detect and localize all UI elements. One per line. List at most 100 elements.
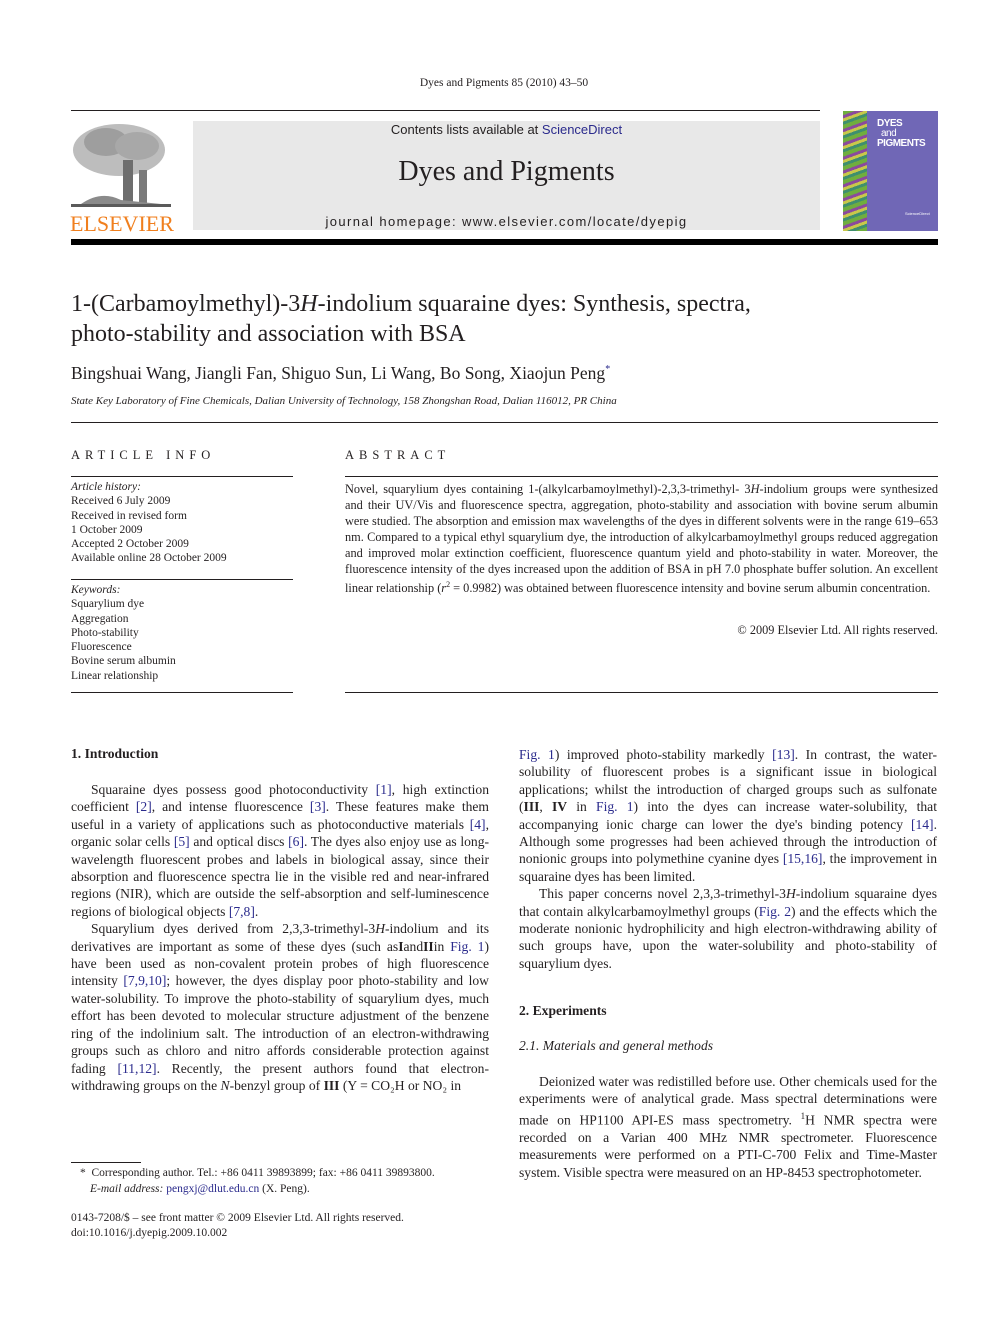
divider	[71, 476, 293, 477]
italic-text: N	[220, 1077, 230, 1093]
keywords: Keywords: Squarylium dye Aggregation Pho…	[71, 583, 176, 683]
header-rule	[71, 110, 820, 111]
paragraph: This paper concerns novel 2,3,3-trimethy…	[519, 886, 937, 971]
title-text: photo-stability and association with BSA	[71, 321, 466, 347]
article-history: Article history: Received 6 July 2009 Re…	[71, 480, 227, 566]
abstract-span: -indolium groups were synthesized and th…	[345, 482, 939, 596]
citation-link[interactable]: [11,12]	[117, 1061, 156, 1076]
compound-label: I	[398, 938, 404, 954]
affiliation: State Key Laboratory of Fine Chemicals, …	[71, 395, 617, 407]
compound-label: III	[523, 799, 540, 815]
doi-link[interactable]: doi:10.1016/j.dyepig.2009.10.002	[71, 1226, 404, 1241]
paragraph: Squarylium dyes derived from 2,3,3-trime…	[71, 921, 489, 1093]
citation-link[interactable]: [5]	[174, 834, 190, 849]
article-title: 1-(Carbamoylmethyl)-3H-indolium squarain…	[71, 289, 931, 349]
authors-text: Bingshuai Wang, Jiangli Fan, Shiguo Sun,…	[71, 363, 606, 383]
masthead-thick-rule	[71, 239, 938, 245]
compound-label: III	[323, 1077, 340, 1093]
compound-label: II	[423, 938, 434, 954]
section-heading-experiments: 2. Experiments	[519, 1003, 607, 1018]
keyword-item: Aggregation	[71, 612, 129, 625]
citation-link[interactable]: [4]	[470, 817, 486, 832]
keyword-item: Fluorescence	[71, 641, 132, 654]
divider	[71, 579, 293, 580]
abstract-span: = 0.9982) was obtained between fluoresce…	[450, 581, 931, 596]
tree-icon	[71, 124, 171, 207]
history-item: Available online 28 October 2009	[71, 552, 227, 565]
journal-homepage-link[interactable]: journal homepage: www.elsevier.com/locat…	[193, 214, 820, 229]
history-item: Accepted 2 October 2009	[71, 538, 189, 551]
history-label: Article history:	[71, 481, 141, 493]
keyword-item: Linear relationship	[71, 669, 159, 682]
subsection-heading-materials: 2.1. Materials and general methods	[519, 1038, 714, 1053]
keyword-item: Squarylium dye	[71, 598, 145, 611]
front-matter: 0143-7208/$ – see front matter © 2009 El…	[71, 1211, 404, 1241]
divider	[345, 692, 938, 693]
journal-cover-thumbnail[interactable]: DYES and PIGMENTS ScienceDirect	[843, 111, 938, 231]
article-info-heading: ARTICLE INFO	[71, 448, 216, 462]
divider	[71, 422, 938, 423]
keyword-item: Photo-stability	[71, 626, 139, 639]
keywords-label: Keywords:	[71, 584, 121, 596]
keyword-item: Bovine serum albumin	[71, 655, 176, 668]
title-text: 1-(Carbamoylmethyl)-3	[71, 291, 301, 317]
cover-title: DYES and PIGMENTS	[877, 119, 926, 149]
elsevier-wordmark[interactable]: ELSEVIER	[70, 211, 174, 237]
sciencedirect-link[interactable]: ScienceDirect	[542, 122, 622, 137]
cover-footer: ScienceDirect	[905, 211, 930, 216]
figure-link[interactable]: Fig. 2	[759, 904, 791, 919]
footnote-contact: Corresponding author. Tel.: +86 0411 398…	[91, 1167, 435, 1179]
history-item: 1 October 2009	[71, 523, 143, 536]
title-italic: H	[300, 291, 318, 317]
issn-line: 0143-7208/$ – see front matter © 2009 El…	[71, 1212, 404, 1224]
abstract-heading: ABSTRACT	[345, 448, 451, 462]
citation-link[interactable]: [7,8]	[229, 904, 255, 919]
history-item: Received 6 July 2009	[71, 495, 171, 508]
paragraph: Fig. 1) improved photo-stability markedl…	[519, 747, 938, 884]
figure-link[interactable]: Fig. 1	[596, 799, 634, 814]
citation-link[interactable]: [6]	[288, 834, 304, 849]
divider	[345, 476, 938, 477]
journal-masthead: Contents lists available at ScienceDirec…	[193, 121, 820, 230]
author-list: Bingshuai Wang, Jiangli Fan, Shiguo Sun,…	[71, 363, 610, 384]
left-column: Squaraine dyes possess good photoconduct…	[71, 781, 489, 1094]
citation-link[interactable]: [2]	[136, 799, 152, 814]
section-heading-introduction: 1. Introduction	[71, 746, 159, 761]
right-column: Fig. 1) improved photo-stability markedl…	[519, 746, 937, 972]
email-label: E-mail address:	[90, 1183, 164, 1195]
history-item: Received in revised form	[71, 509, 187, 522]
abstract-span: Novel, squarylium dyes containing 1-(alk…	[345, 482, 751, 496]
footnote-email-line: E-mail address: pengxj@dlut.edu.cn (X. P…	[80, 1181, 435, 1197]
citation-link[interactable]: [7,9,10]	[123, 973, 166, 988]
email-suffix: (X. Peng).	[262, 1183, 310, 1195]
divider	[71, 692, 293, 693]
footnote-rule	[71, 1162, 141, 1163]
citation-link[interactable]: [1]	[376, 782, 392, 797]
figure-link[interactable]: Fig. 1	[519, 747, 555, 762]
footnote-mark: *	[80, 1167, 86, 1179]
citation-link[interactable]: [15,16]	[783, 851, 823, 866]
paragraph: Deionized water was redistilled before u…	[519, 1074, 937, 1180]
abstract-text: Novel, squarylium dyes containing 1-(alk…	[345, 481, 938, 596]
citation-link[interactable]: [13]	[772, 747, 795, 762]
running-head: Dyes and Pigments 85 (2010) 43–50	[419, 77, 589, 89]
cover-art-strip	[843, 111, 867, 231]
italic-text: H	[375, 921, 386, 937]
italic-text: H	[785, 886, 796, 902]
right-column-continued: Deionized water was redistilled before u…	[519, 1073, 937, 1181]
compound-label: IV	[551, 799, 568, 815]
cover-title-line: PIGMENTS	[877, 138, 926, 149]
citation-link[interactable]: [3]	[310, 799, 326, 814]
contents-line: Contents lists available at ScienceDirec…	[193, 122, 820, 137]
superscript: 1	[800, 1110, 806, 1121]
contents-prefix: Contents lists available at	[390, 122, 542, 137]
footnote-contact-line: * Corresponding author. Tel.: +86 0411 3…	[80, 1165, 435, 1181]
citation-link[interactable]: [14]	[911, 817, 934, 832]
email-link[interactable]: pengxj@dlut.edu.cn	[166, 1183, 259, 1195]
title-text: -indolium squaraine dyes: Synthesis, spe…	[317, 291, 751, 317]
abstract-copyright: © 2009 Elsevier Ltd. All rights reserved…	[737, 623, 938, 637]
figure-link[interactable]: Fig. 1	[450, 939, 484, 954]
corresponding-author-footnote: * Corresponding author. Tel.: +86 0411 3…	[80, 1165, 435, 1197]
journal-name: Dyes and Pigments	[398, 156, 615, 187]
corresponding-author-mark[interactable]: *	[605, 364, 610, 375]
